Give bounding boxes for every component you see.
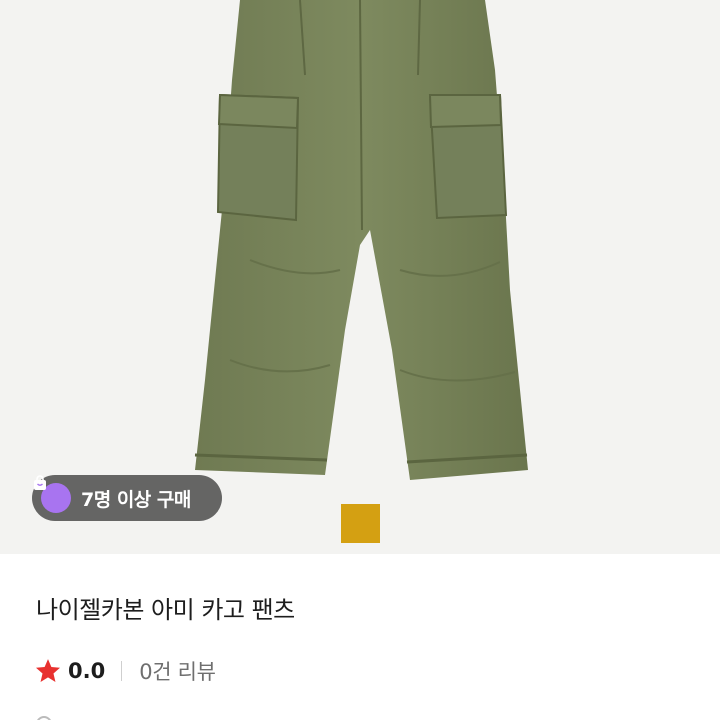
- star-icon: [35, 659, 61, 682]
- cargo-pants-photo: [194, 0, 528, 480]
- purchase-count-badge: 7명 이상 구매: [32, 475, 222, 521]
- rating-row[interactable]: 0.0 0건 리뷰: [34, 655, 216, 687]
- product-image[interactable]: 7명 이상 구매: [0, 0, 720, 554]
- next-section-peek: [36, 712, 176, 720]
- rating-value: 0.0: [68, 659, 106, 683]
- shopping-bag-icon: [34, 475, 71, 513]
- partial-icon: [36, 716, 52, 720]
- divider: [121, 661, 123, 681]
- review-count-link[interactable]: 0건 리뷰: [139, 656, 216, 686]
- product-title: 나이젤카본 아미 카고 팬츠: [36, 596, 295, 624]
- badge-label: 7명 이상 구매: [81, 488, 191, 511]
- color-swatch-thumbnail[interactable]: [341, 504, 380, 543]
